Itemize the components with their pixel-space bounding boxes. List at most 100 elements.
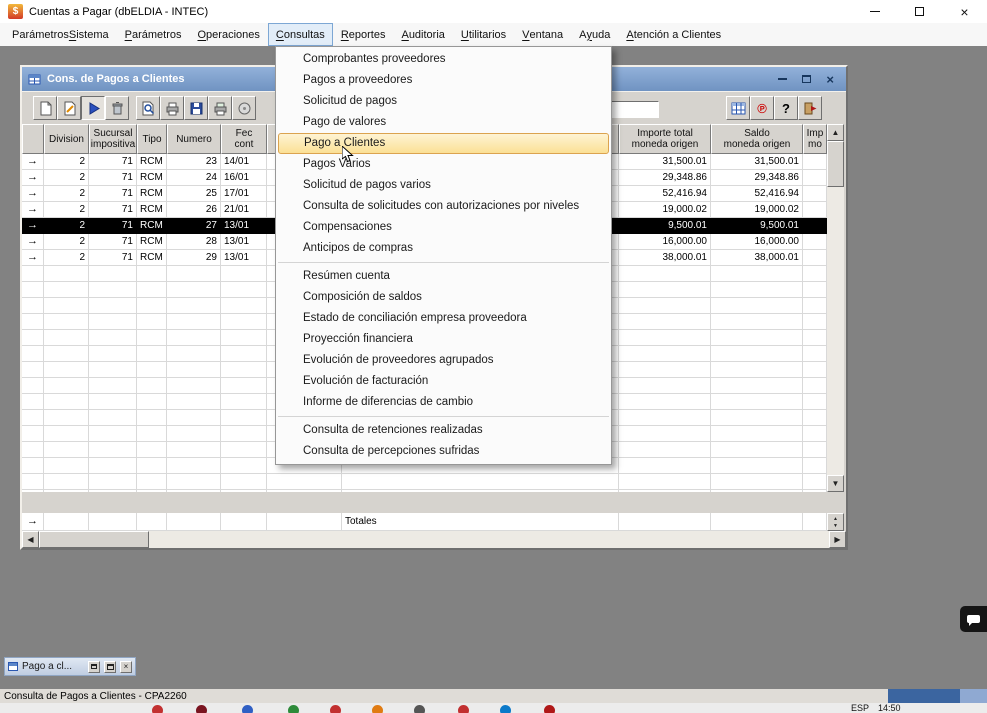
scroll-left-button[interactable]: ◀ bbox=[22, 531, 39, 548]
child-maximize-button[interactable] bbox=[802, 75, 811, 83]
menubar-item-reportes[interactable]: Reportes bbox=[333, 23, 394, 46]
close-button[interactable]: × bbox=[942, 0, 987, 23]
print-report-button[interactable] bbox=[208, 96, 232, 120]
cell-importe bbox=[619, 282, 711, 298]
maximize-button[interactable] bbox=[897, 0, 942, 23]
delete-button[interactable] bbox=[105, 96, 129, 120]
minimized-close-button[interactable]: × bbox=[120, 661, 132, 673]
export-button[interactable] bbox=[232, 96, 256, 120]
totals-spin-buttons[interactable]: ▲▼ bbox=[827, 513, 844, 531]
menu-item-comprobantes-proveedores[interactable]: Comprobantes proveedores bbox=[276, 49, 611, 70]
cell-importe: 9,500.01 bbox=[619, 218, 711, 234]
exit-button[interactable] bbox=[798, 96, 822, 120]
scroll-right-button[interactable]: ▶ bbox=[829, 531, 846, 548]
menu-item-consulta-de-solicitudes-con-autorizaciones-por-niveles[interactable]: Consulta de solicitudes con autorizacion… bbox=[276, 196, 611, 217]
menu-separator bbox=[278, 416, 609, 417]
menubar-item-atenci-n-a-clientes[interactable]: Atención a Clientes bbox=[618, 23, 729, 46]
run-button[interactable] bbox=[81, 96, 105, 120]
menu-item-solicitud-de-pagos[interactable]: Solicitud de pagos bbox=[276, 91, 611, 112]
save-button[interactable] bbox=[184, 96, 208, 120]
window-title: Cuentas a Pagar (dbELDIA - INTEC) bbox=[29, 6, 208, 18]
menu-item-res-men-cuenta[interactable]: Resúmen cuenta bbox=[276, 266, 611, 287]
grid-header-col-5[interactable]: Feccont bbox=[221, 124, 267, 154]
menu-item-estado-de-conciliaci-n-empresa-proveedora[interactable]: Estado de conciliación empresa proveedor… bbox=[276, 308, 611, 329]
minimized-window-pago-a-clientes[interactable]: Pago a cl... × bbox=[4, 657, 136, 676]
child-minimize-button[interactable] bbox=[778, 78, 787, 80]
print-button[interactable] bbox=[160, 96, 184, 120]
grid-header-col-9[interactable]: Saldomoneda origen bbox=[711, 124, 803, 154]
grid-header-col-3[interactable]: Tipo bbox=[137, 124, 167, 154]
cell-saldo: 16,000.00 bbox=[711, 234, 803, 250]
new-button[interactable] bbox=[33, 96, 57, 120]
taskbar-app-icon[interactable] bbox=[544, 705, 555, 713]
menu-item-consulta-de-retenciones-realizadas[interactable]: Consulta de retenciones realizadas bbox=[276, 420, 611, 441]
menu-item-solicitud-de-pagos-varios[interactable]: Solicitud de pagos varios bbox=[276, 175, 611, 196]
child-close-button[interactable]: × bbox=[826, 73, 834, 86]
menu-item-composici-n-de-saldos[interactable]: Composición de saldos bbox=[276, 287, 611, 308]
cell-numero: 26 bbox=[167, 202, 221, 218]
menubar-item-consultas[interactable]: Consultas bbox=[268, 23, 333, 46]
taskbar-app-icon[interactable] bbox=[288, 705, 299, 713]
minimized-maximize-button[interactable] bbox=[104, 661, 116, 673]
taskbar-clock[interactable]: 14:50 bbox=[878, 703, 901, 713]
taskbar-app-icon[interactable] bbox=[414, 705, 425, 713]
menu-item-pagos-varios[interactable]: Pagos Varios bbox=[276, 154, 611, 175]
horizontal-scrollbar[interactable]: ◀ ▶ bbox=[22, 531, 846, 548]
cell-importe bbox=[619, 458, 711, 474]
scroll-up-button[interactable]: ▲ bbox=[827, 124, 844, 141]
grid-header-col-1[interactable]: Division bbox=[44, 124, 89, 154]
cell-numero bbox=[167, 394, 221, 410]
menubar-item-par-metros[interactable]: Parámetros bbox=[117, 23, 190, 46]
taskbar-app-icon[interactable] bbox=[458, 705, 469, 713]
horizontal-scroll-thumb[interactable] bbox=[39, 531, 149, 548]
minimize-button[interactable] bbox=[852, 0, 897, 23]
grid-header-col-10[interactable]: Impmo bbox=[803, 124, 827, 154]
menu-item-pago-de-valores[interactable]: Pago de valores bbox=[276, 112, 611, 133]
taskbar-app-icon[interactable] bbox=[196, 705, 207, 713]
menu-item-consulta-de-percepciones-sufridas[interactable]: Consulta de percepciones sufridas bbox=[276, 441, 611, 462]
menubar-item-par-metros-sistema[interactable]: Parámetros Sistema bbox=[4, 23, 117, 46]
minimized-restore-button[interactable] bbox=[88, 661, 100, 673]
window-titlebar[interactable]: $ Cuentas a Pagar (dbELDIA - INTEC) × bbox=[0, 0, 987, 23]
taskbar-app-icon[interactable] bbox=[152, 705, 163, 713]
menubar-item-ventana[interactable]: Ventana bbox=[514, 23, 571, 46]
grid-header-col-2[interactable]: Sucursalimpositiva bbox=[89, 124, 137, 154]
grid-header-col-0[interactable] bbox=[22, 124, 44, 154]
table-view-button[interactable] bbox=[726, 96, 750, 120]
cell-tipo: RCM bbox=[137, 234, 167, 250]
taskbar-app-icon[interactable] bbox=[372, 705, 383, 713]
help-button[interactable]: ? bbox=[774, 96, 798, 120]
menubar-item-operaciones[interactable]: Operaciones bbox=[189, 23, 267, 46]
menu-item-compensaciones[interactable]: Compensaciones bbox=[276, 217, 611, 238]
edit-button[interactable] bbox=[57, 96, 81, 120]
taskbar-app-icon[interactable] bbox=[242, 705, 253, 713]
menu-item-evoluci-n-de-facturaci-n[interactable]: Evolución de facturación bbox=[276, 371, 611, 392]
vertical-scrollbar[interactable]: ▲ ▼ bbox=[827, 124, 844, 492]
overlay-chat-icon[interactable] bbox=[960, 606, 987, 632]
menu-item-anticipos-de-compras[interactable]: Anticipos de compras bbox=[276, 238, 611, 259]
taskbar-app-icon[interactable] bbox=[500, 705, 511, 713]
totals-button[interactable]: ℗ bbox=[750, 96, 774, 120]
menu-item-pago-a-clientes[interactable]: Pago a Clientes bbox=[278, 133, 609, 154]
table-icon bbox=[730, 100, 747, 117]
language-indicator[interactable]: ESP bbox=[851, 703, 869, 713]
menu-item-proyecci-n-financiera[interactable]: Proyección financiera bbox=[276, 329, 611, 350]
cell-numero bbox=[167, 266, 221, 282]
cell-imp-mo bbox=[803, 266, 827, 282]
menu-item-evoluci-n-de-proveedores-agrupados[interactable]: Evolución de proveedores agrupados bbox=[276, 350, 611, 371]
cell-sucursal bbox=[89, 394, 137, 410]
grid-header-col-4[interactable]: Numero bbox=[167, 124, 221, 154]
menubar-item-auditoria[interactable]: Auditoria bbox=[393, 23, 452, 46]
menubar-item-utilitarios[interactable]: Utilitarios bbox=[453, 23, 514, 46]
cell-imp-mo bbox=[803, 314, 827, 330]
cell-importe bbox=[619, 330, 711, 346]
cell-hidden-a bbox=[267, 474, 342, 490]
menu-item-informe-de-diferencias-de-cambio[interactable]: Informe de diferencias de cambio bbox=[276, 392, 611, 413]
grid-header-col-8[interactable]: Importe totalmoneda origen bbox=[619, 124, 711, 154]
preview-button[interactable] bbox=[136, 96, 160, 120]
menu-item-pagos-a-proveedores[interactable]: Pagos a proveedores bbox=[276, 70, 611, 91]
vertical-scroll-thumb[interactable] bbox=[827, 141, 844, 187]
taskbar-app-icon[interactable] bbox=[330, 705, 341, 713]
menubar-item-ayuda[interactable]: Ayuda bbox=[571, 23, 618, 46]
scroll-down-button[interactable]: ▼ bbox=[827, 475, 844, 492]
